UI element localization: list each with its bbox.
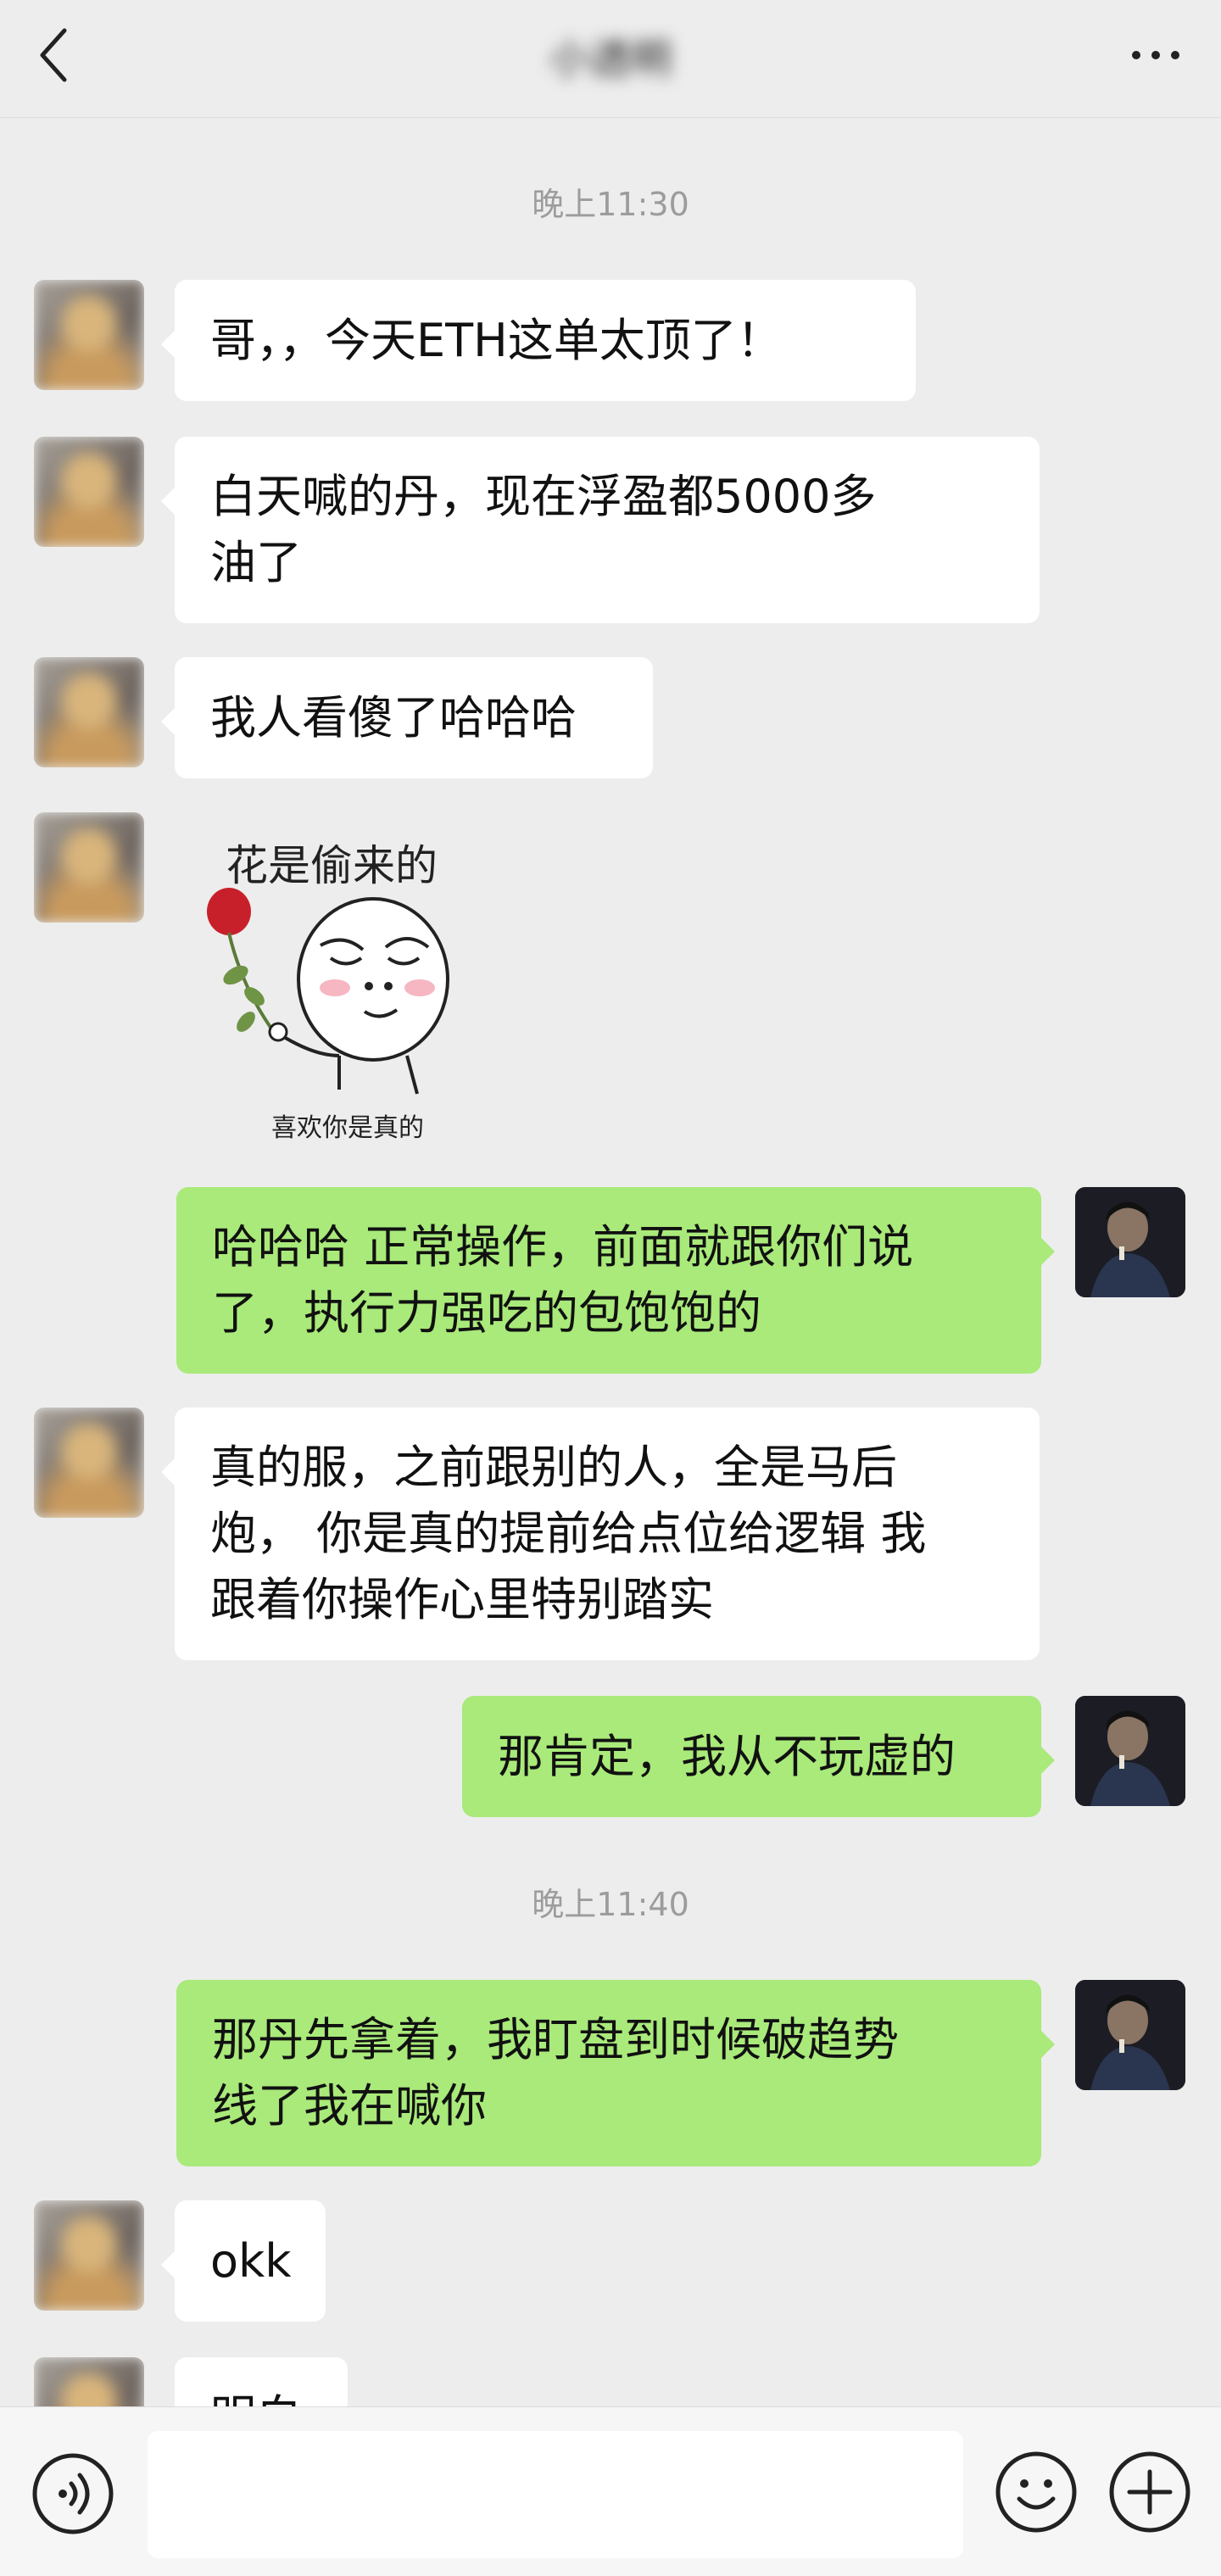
chat-header: 小透明 (0, 0, 1221, 118)
voice-button[interactable] (31, 2451, 115, 2536)
timestamp: 晚上11:40 (532, 1886, 689, 1923)
message-text-line: 白天喊的丹，现在浮盈都5000多 (210, 470, 877, 523)
incoming-message[interactable]: 真的服，之前跟别的人，全是马后 炮， 你是真的提前给点位给逻辑 我 跟着你操作心… (161, 1408, 1040, 1660)
message-text-line: 炮， 你是真的提前给点位给逻辑 我 (210, 1507, 927, 1560)
sticker-drawing (207, 888, 449, 1095)
plus-icon (1109, 2451, 1190, 2533)
message-text-line: 了，执行力强吃的包饱饱的 (212, 1286, 761, 1340)
more-dots-icon (1132, 51, 1179, 59)
contact-avatar[interactable] (34, 2200, 144, 2311)
incoming-message[interactable]: 白天喊的丹，现在浮盈都5000多 油了 (161, 437, 1040, 623)
outgoing-message[interactable]: 那丹先拿着，我盯盘到时候破趋势 线了我在喊你 (176, 1980, 1055, 2166)
incoming-message[interactable]: 哥，，今天ETH这单太顶了！ (161, 280, 916, 401)
message-text: okk (210, 2233, 292, 2288)
emoji-icon (995, 2451, 1077, 2533)
more-actions-button[interactable] (1107, 2450, 1192, 2534)
contact-avatar[interactable] (34, 1408, 144, 1518)
message-text-line: 线了我在喊你 (212, 2079, 487, 2133)
avatar-photo (1075, 1980, 1185, 2090)
input-bar (0, 2406, 1221, 2576)
message-text-line: 油了 (210, 536, 302, 589)
outgoing-message[interactable]: 哈哈哈 正常操作，前面就跟你们说 了，执行力强吃的包饱饱的 (176, 1187, 1055, 1374)
my-avatar[interactable] (1075, 1187, 1185, 1297)
avatar-photo (1075, 1187, 1185, 1297)
my-avatar[interactable] (1075, 1696, 1185, 1806)
contact-avatar[interactable] (34, 812, 144, 923)
more-button[interactable] (1126, 34, 1185, 76)
voice-icon (32, 2453, 114, 2534)
message-text-line: 那丹先拿着，我盯盘到时候破趋势 (212, 2013, 899, 2066)
timestamp: 晚上11:30 (532, 186, 689, 223)
message-text-line: 真的服，之前跟别的人，全是马后 (210, 1441, 897, 1494)
sticker-caption-bottom: 喜欢你是真的 (271, 1113, 424, 1143)
emoji-button[interactable] (994, 2450, 1079, 2534)
message-text: 我人看傻了哈哈哈 (210, 690, 577, 744)
avatar-photo (1075, 1696, 1185, 1806)
incoming-message[interactable]: okk (161, 2200, 326, 2322)
contact-avatar[interactable] (34, 657, 144, 767)
contact-avatar[interactable] (34, 280, 144, 390)
sticker-caption-top: 花是偷来的 (226, 841, 438, 890)
chat-title: 小透明 (549, 36, 672, 83)
message-text: 哥，，今天ETH这单太顶了！ (210, 313, 783, 367)
outgoing-message[interactable]: 那肯定，我从不玩虚的 (462, 1696, 1055, 1817)
incoming-message[interactable]: 我人看傻了哈哈哈 (161, 657, 653, 778)
message-text-line: 哈哈哈 正常操作，前面就跟你们说 (212, 1220, 914, 1274)
contact-avatar[interactable] (34, 437, 144, 547)
my-avatar[interactable] (1075, 1980, 1185, 2090)
message-text: 那肯定，我从不玩虚的 (498, 1729, 956, 1783)
sticker-image[interactable]: 花是偷来的 喜欢你是真的 (195, 827, 500, 1149)
message-input[interactable] (148, 2431, 963, 2558)
message-text-line: 跟着你操作心里特别踏实 (210, 1573, 714, 1626)
